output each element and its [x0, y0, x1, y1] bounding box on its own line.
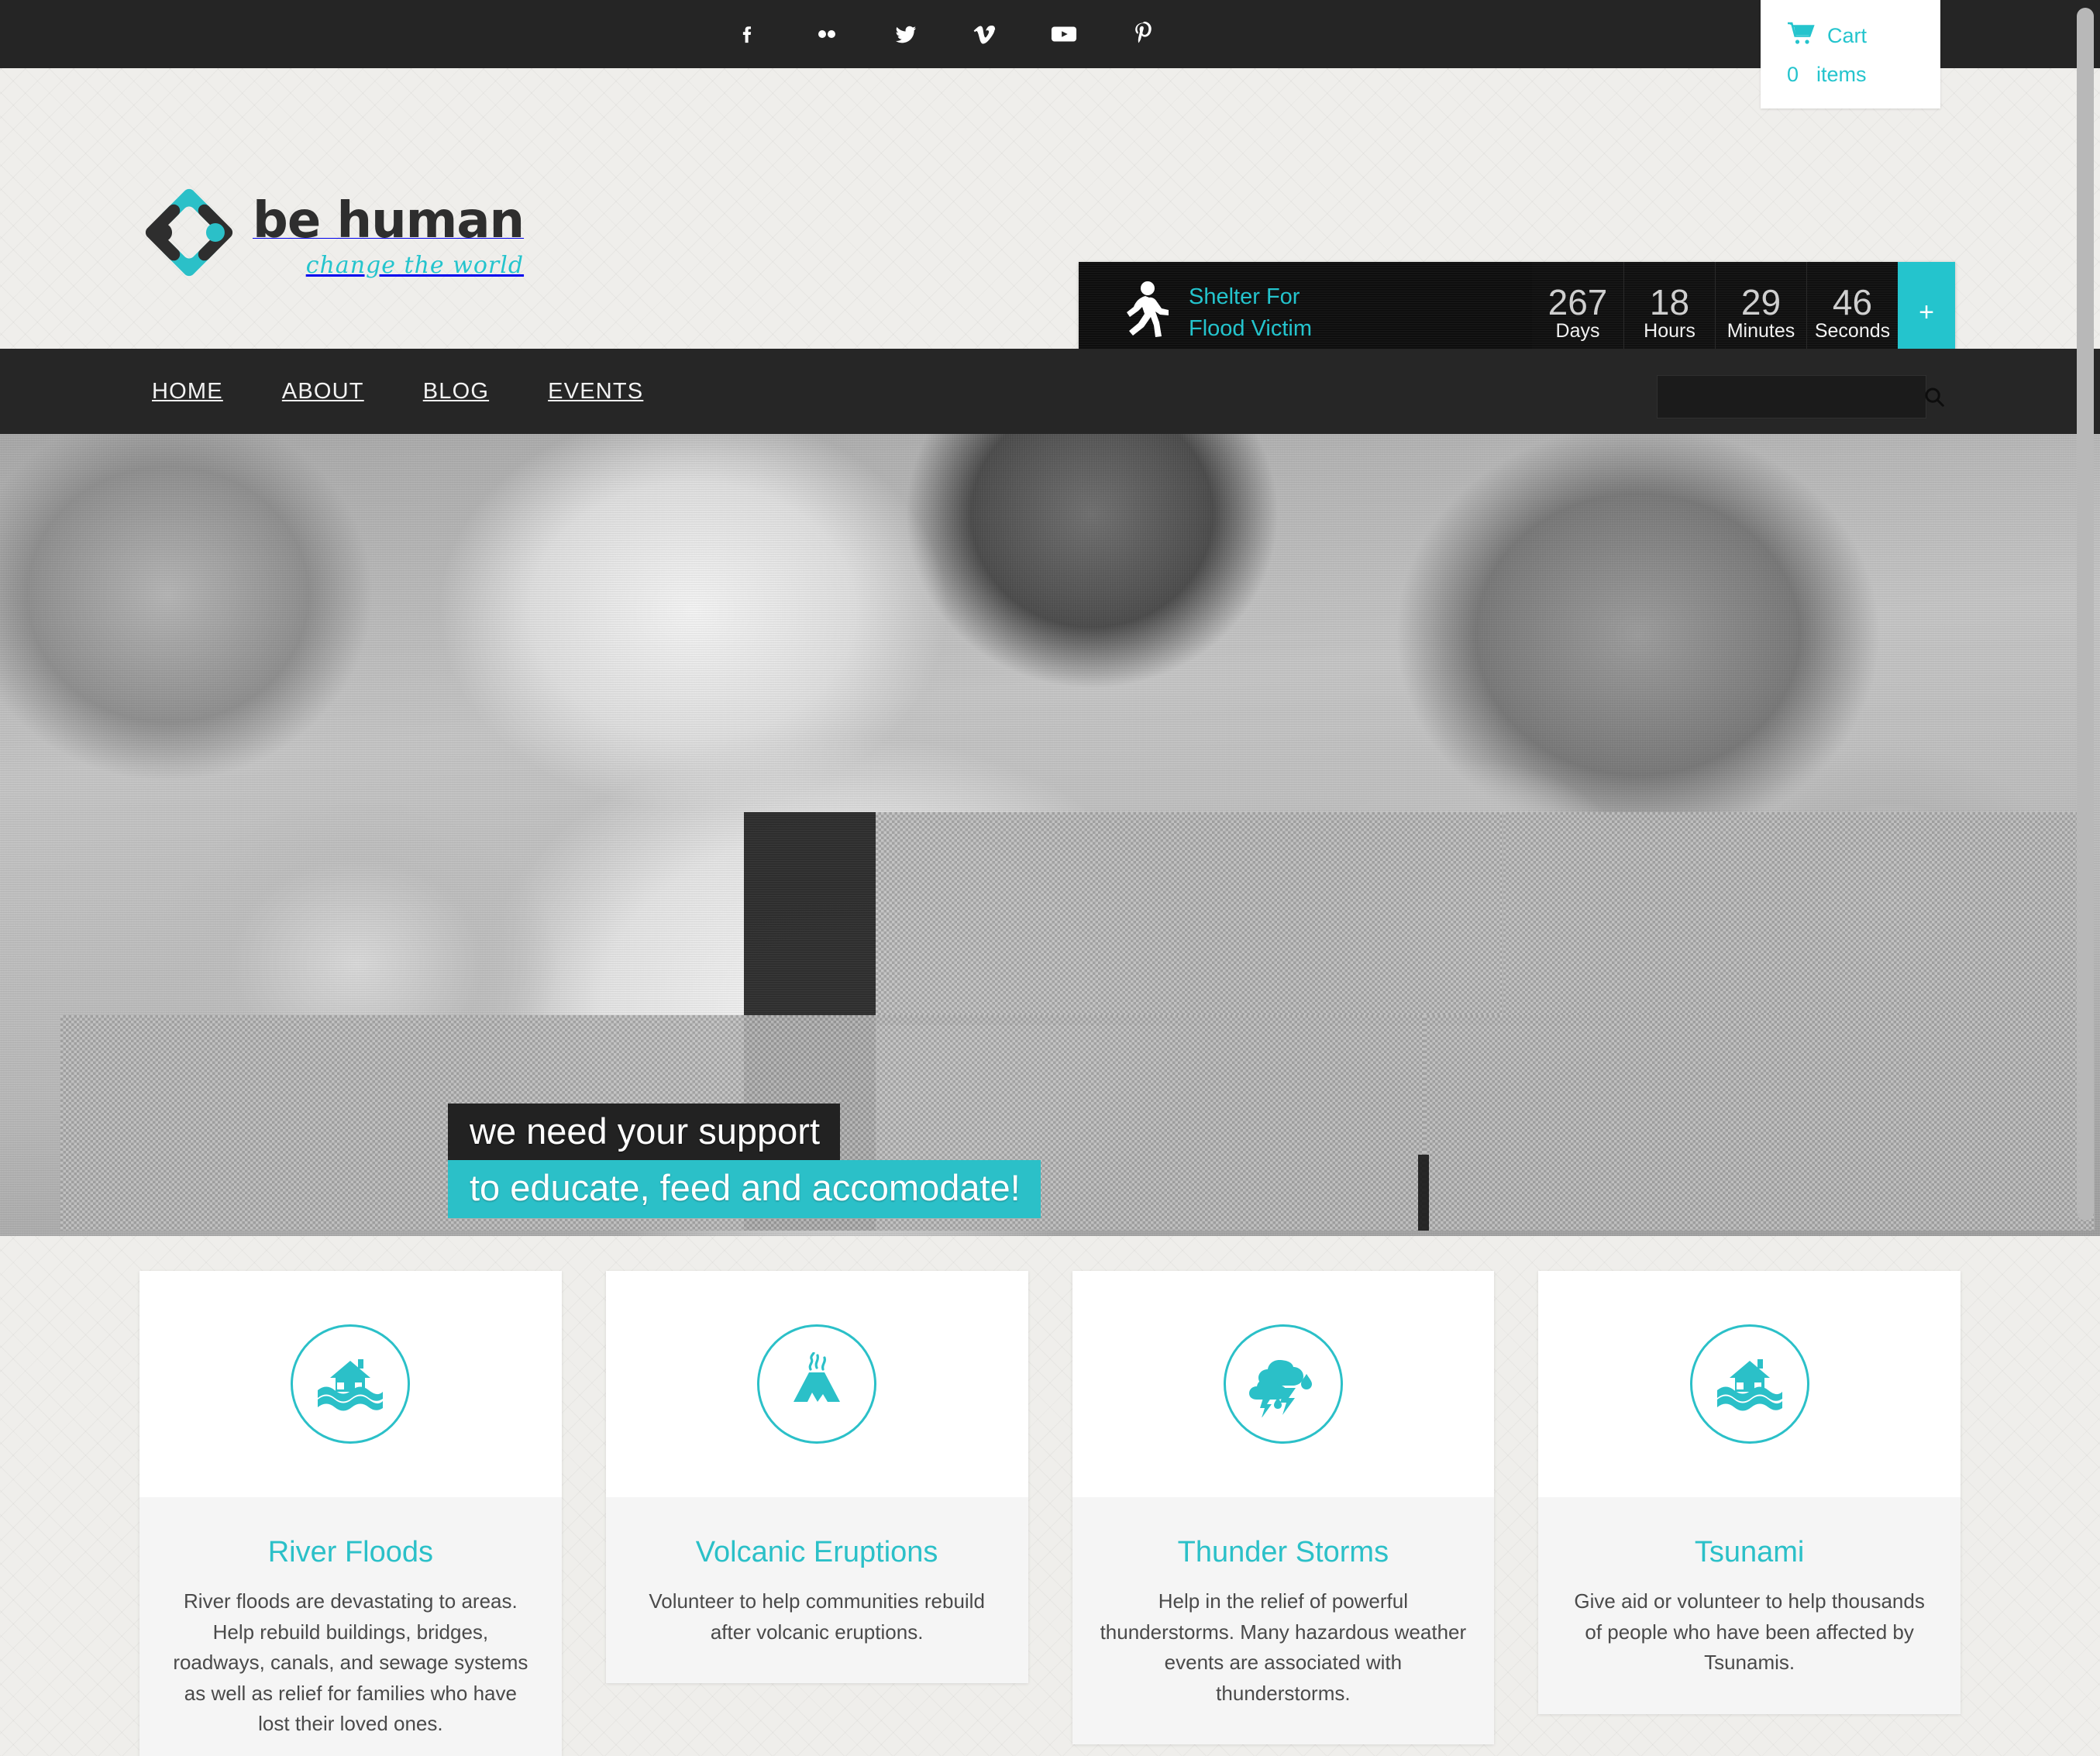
slider-transition-tile-5 — [1418, 1155, 1429, 1231]
countdown-minutes-value: 29 — [1740, 282, 1782, 322]
page-scrollbar[interactable] — [2077, 8, 2094, 1221]
hero-caption-line-1: we need your support — [448, 1104, 841, 1160]
nav-item-blog[interactable]: BLOG — [394, 379, 518, 405]
youtube-icon[interactable] — [1051, 21, 1077, 47]
cart-label: Cart — [1827, 24, 1868, 47]
cart-widget[interactable]: Cart 0 items — [1761, 0, 1940, 108]
volcano-icon — [757, 1324, 877, 1444]
cart-count-row[interactable]: 0 items — [1787, 63, 1940, 87]
card-title: Tsunami — [1694, 1536, 1805, 1568]
countdown-seconds-label: Seconds — [1814, 320, 1891, 342]
card-description: Give aid or volunteer to help thousands … — [1574, 1589, 1925, 1675]
search-input[interactable] — [1658, 386, 1923, 408]
runner-icon — [1122, 281, 1169, 346]
card-body: Tsunami Give aid or volunteer to help th… — [1538, 1497, 1961, 1714]
flooded-house-icon — [1689, 1324, 1809, 1444]
nav-item-events[interactable]: EVENTS — [518, 379, 673, 405]
pinterest-icon[interactable] — [1130, 21, 1156, 47]
card-title: Thunder Storms — [1177, 1536, 1389, 1568]
disaster-cards: River Floods River floods are devastatin… — [0, 1271, 2100, 1756]
countdown-seconds-value: 46 — [1832, 282, 1873, 322]
nav-item-about[interactable]: ABOUT — [253, 379, 394, 405]
thunderstorm-icon — [1223, 1324, 1343, 1444]
card-volcanic-eruptions[interactable]: Volcanic Eruptions Volunteer to help com… — [605, 1271, 1028, 1684]
site-header: be human change the world Shelter For Fl… — [0, 68, 2100, 363]
logo-mark-icon — [139, 183, 239, 282]
card-description: Help in the relief of powerful thunderst… — [1100, 1589, 1467, 1705]
cart-count: 0 — [1787, 63, 1799, 86]
card-icon-area — [1538, 1271, 1961, 1497]
cart-items-label: items — [1816, 63, 1867, 86]
countdown-cause-text: Shelter For Flood Victim — [1189, 281, 1312, 343]
card-title: River Floods — [267, 1536, 434, 1568]
logo-name: be human — [253, 192, 525, 250]
cause-line-2: Flood Victim — [1189, 315, 1313, 341]
card-river-floods[interactable]: River Floods River floods are devastatin… — [139, 1271, 562, 1756]
card-body: Thunder Storms Help in the relief of pow… — [1072, 1497, 1495, 1745]
cause-line-1: Shelter For — [1189, 284, 1300, 310]
top-bar: Cart 0 items — [0, 0, 2100, 108]
card-description: River floods are devastating to areas. H… — [173, 1589, 528, 1736]
card-body: River Floods River floods are devastatin… — [139, 1497, 562, 1756]
search-box[interactable] — [1657, 375, 1944, 418]
countdown-hours-label: Hours — [1644, 320, 1695, 342]
facebook-icon[interactable] — [735, 21, 761, 47]
hero-caption: we need your support to educate, feed an… — [448, 1104, 1041, 1218]
card-icon-area — [139, 1271, 562, 1497]
hero-caption-line-2: to educate, feed and accomodate! — [448, 1160, 1041, 1218]
card-body: Volcanic Eruptions Volunteer to help com… — [605, 1497, 1028, 1684]
flickr-icon[interactable] — [814, 21, 840, 47]
page-wrapper: Cart 0 items be human change the world S… — [0, 0, 2100, 1756]
card-thunder-storms[interactable]: Thunder Storms Help in the relief of pow… — [1072, 1271, 1495, 1745]
slider-transition-tile-1 — [876, 812, 1503, 1025]
logo-text: be human change the world — [253, 196, 525, 282]
cart-label-row[interactable]: Cart — [1787, 22, 1940, 50]
card-icon-area — [1072, 1271, 1495, 1497]
vimeo-icon[interactable] — [972, 21, 998, 47]
flooded-house-icon — [291, 1324, 411, 1444]
twitter-icon[interactable] — [893, 21, 919, 47]
countdown-minutes-label: Minutes — [1726, 320, 1795, 342]
card-title: Volcanic Eruptions — [695, 1536, 938, 1568]
slider-transition-tile-4 — [1424, 1015, 2095, 1231]
card-description: Volunteer to help communities rebuild af… — [649, 1589, 985, 1644]
logo-tagline: change the world — [305, 252, 525, 279]
nav-items: HOME ABOUT BLOG EVENTS — [0, 379, 673, 405]
site-logo[interactable]: be human change the world — [139, 183, 525, 282]
card-icon-area — [605, 1271, 1028, 1497]
cart-icon — [1787, 22, 1815, 50]
countdown-days-value: 267 — [1547, 282, 1608, 322]
nav-item-home[interactable]: HOME — [152, 379, 253, 405]
search-icon[interactable] — [1923, 385, 1946, 408]
countdown-days-label: Days — [1555, 320, 1600, 342]
slider-transition-tile-2 — [1503, 812, 2092, 1025]
countdown-hours-value: 18 — [1649, 282, 1690, 322]
card-tsunami[interactable]: Tsunami Give aid or volunteer to help th… — [1538, 1271, 1961, 1714]
